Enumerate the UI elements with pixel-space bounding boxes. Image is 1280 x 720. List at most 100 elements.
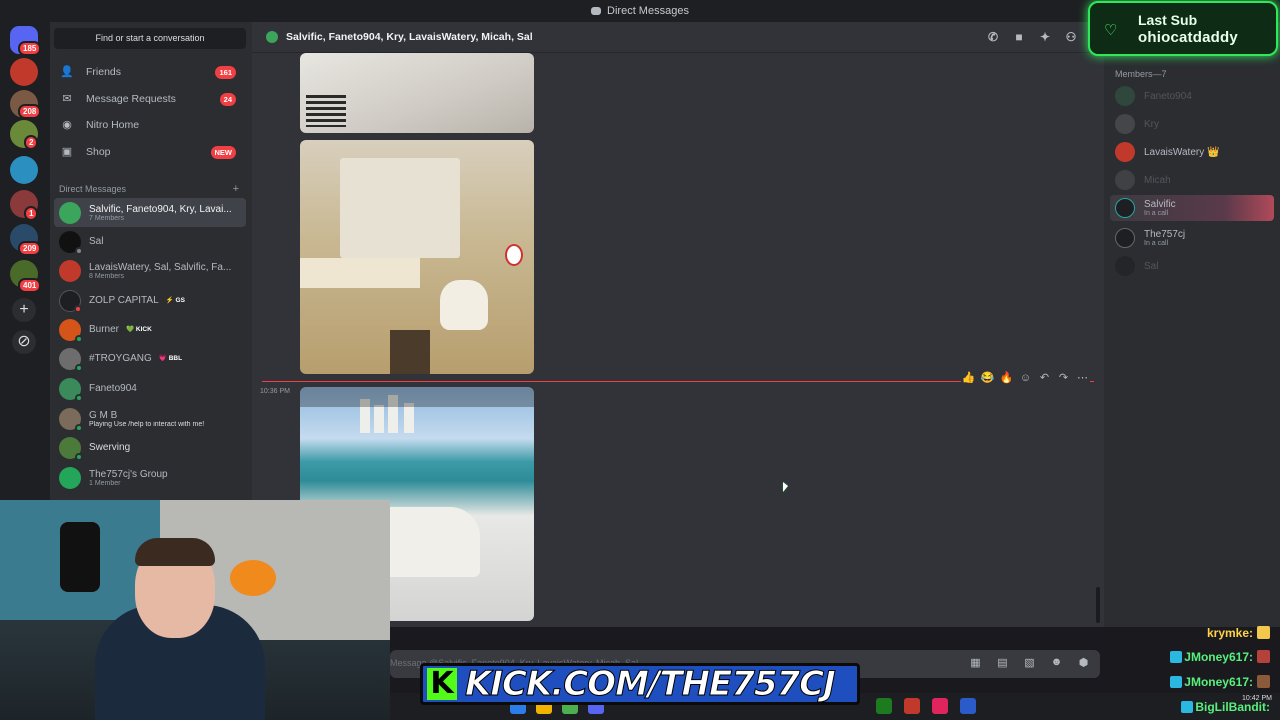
dm-name: The757cj's Group [89,468,168,480]
chat-username: JMoney617: [1184,675,1253,689]
add-server-icon[interactable]: + [12,298,36,322]
avatar [1115,170,1135,190]
chat-username: krymke: [1206,626,1253,640]
chat-username: BigLilBandit: [1195,700,1270,714]
game-icon[interactable]: ⬢ [1077,656,1090,669]
dm-item[interactable]: Faneto904 [54,374,246,403]
heart-icon: ♡ [1104,22,1118,39]
mail-icon: ✉ [62,93,72,105]
friends-icon: 👤 [60,66,74,78]
discover-icon[interactable]: ⊘ [12,330,36,354]
window-title: Direct Messages [607,5,689,17]
badge-icon [1170,651,1183,663]
nav-message-requests-label: Message Requests [86,93,176,105]
dm-subtitle: 7 Members [89,214,125,222]
new-badge: NEW [210,145,236,159]
dm-item[interactable]: Salvific, Faneto904, Kry, Lavai... 7 Memb… [54,198,246,227]
kick-banner: K KICK.COM/THE757CJ [420,663,860,705]
find-conversation-button[interactable]: Find or start a conversation [54,28,246,49]
group-avatar [266,31,278,43]
avatar [59,407,83,432]
dm-activity: Playing Use /help to interact with me! [89,420,205,428]
server-icon[interactable] [10,58,38,86]
dm-name: Sal [89,236,104,247]
server-tag: 💗 BBL [155,353,186,363]
member-item[interactable]: Kry [1110,111,1274,137]
last-sub-name: ohiocatdaddy [1138,29,1238,46]
nav-nitro-home[interactable]: ◉ Nitro Home [54,112,246,138]
server-unread-badge: 208 [18,104,42,119]
stream-chat-line: JMoney617: [1170,650,1270,664]
taskbar-app-icon[interactable] [904,698,920,714]
attachment-image[interactable] [300,140,534,374]
message-timestamp: 10:36 PM [260,388,290,395]
create-dm-icon[interactable]: + [233,183,239,195]
reply-icon[interactable]: ↶ [1037,371,1052,384]
avatar [1115,86,1135,106]
dm-item[interactable]: Sal [54,227,246,256]
member-item[interactable]: Faneto904 [1110,83,1274,109]
thumbs-up-reaction-icon[interactable]: 👍 [961,371,976,384]
member-name: Kry [1144,118,1159,130]
server-tag: 💚 KICK [123,324,155,334]
dm-item[interactable]: Burner 💚 KICK [54,315,246,344]
nav-friends[interactable]: 👤 Friends 161 [54,59,246,85]
dm-item[interactable]: LavaisWatery, Sal, Salvific, Fa... 8 Memb… [54,256,246,285]
kick-logo-icon: K [427,668,457,700]
nav-shop[interactable]: ▣ Shop NEW [54,139,246,165]
server-icon[interactable] [10,156,38,184]
dm-name: LavaisWatery, Sal, Salvific, Fa... [89,261,232,273]
taskbar-app-icon[interactable] [932,698,948,714]
forward-icon[interactable]: ↷ [1056,371,1071,384]
add-member-icon[interactable]: ⚇ [1064,30,1078,44]
members-heading: Members—7 [1115,69,1167,79]
dm-item[interactable]: Swerving [54,433,246,462]
member-name: Faneto904 [1144,90,1192,102]
webcam-feed [0,500,390,720]
scrollbar-thumb[interactable] [1096,587,1100,623]
chat-header: Salvific, Faneto904, Kry, LavaisWatery, … [252,22,1104,53]
add-reaction-icon[interactable]: ☺ [1018,372,1033,384]
taskbar-app-icon[interactable] [876,698,892,714]
nitro-icon: ◉ [62,119,72,131]
attachment-image[interactable] [300,53,534,133]
sticker-icon[interactable]: ▧ [1023,656,1036,669]
avatar [59,436,83,461]
dm-item[interactable]: The757cj's Group 1 Member [54,463,246,492]
laugh-reaction-icon[interactable]: 😂 [980,371,995,384]
server-unread-badge: 401 [18,278,42,293]
member-item[interactable]: Sal [1110,253,1274,279]
dm-item[interactable]: G M B Playing Use /help to interact with … [54,404,246,433]
dm-subtitle: 1 Member [89,479,121,487]
image-detail [306,95,346,127]
gif-icon[interactable]: ▤ [996,656,1009,669]
member-name: Salvific [1144,199,1176,210]
dm-item[interactable]: #TROYGANG 💗 BBL [54,344,246,373]
member-item[interactable]: Salvific In a call [1110,195,1274,221]
badge-icon [1170,676,1183,688]
emoji-icon[interactable]: ☻ [1050,656,1063,669]
chat-title[interactable]: Salvific, Faneto904, Kry, LavaisWatery, … [286,31,533,43]
dm-section-label: Direct Messages [59,184,127,194]
stream-chat-line: krymke: [1207,626,1270,640]
taskbar-app-icon[interactable] [960,698,976,714]
more-icon[interactable]: ⋯ [1075,371,1090,384]
phone-icon[interactable]: ✆ [986,30,1000,44]
avatar [59,318,83,343]
avatar [59,230,83,255]
member-item[interactable]: The757cj In a call [1110,225,1274,251]
gift-icon[interactable]: ▦ [969,656,982,669]
avatar [1115,114,1135,134]
nav-message-requests[interactable]: ✉ Message Requests 24 [54,86,246,112]
video-icon[interactable]: ■ [1012,30,1026,44]
avatar [1115,198,1135,218]
dm-item[interactable]: ZOLP CAPITAL ⚡ GS [54,286,246,315]
fire-reaction-icon[interactable]: 🔥 [999,371,1014,384]
member-item[interactable]: LavaisWatery 👑 [1110,139,1274,165]
member-item[interactable]: Micah [1110,167,1274,193]
last-sub-overlay: ♡ Last Sub ohiocatdaddy [1088,1,1278,56]
avatar [59,377,83,402]
nav-nitro-label: Nitro Home [86,119,140,131]
dm-name: G M B [89,409,118,421]
pin-icon[interactable]: ✦ [1038,30,1052,44]
